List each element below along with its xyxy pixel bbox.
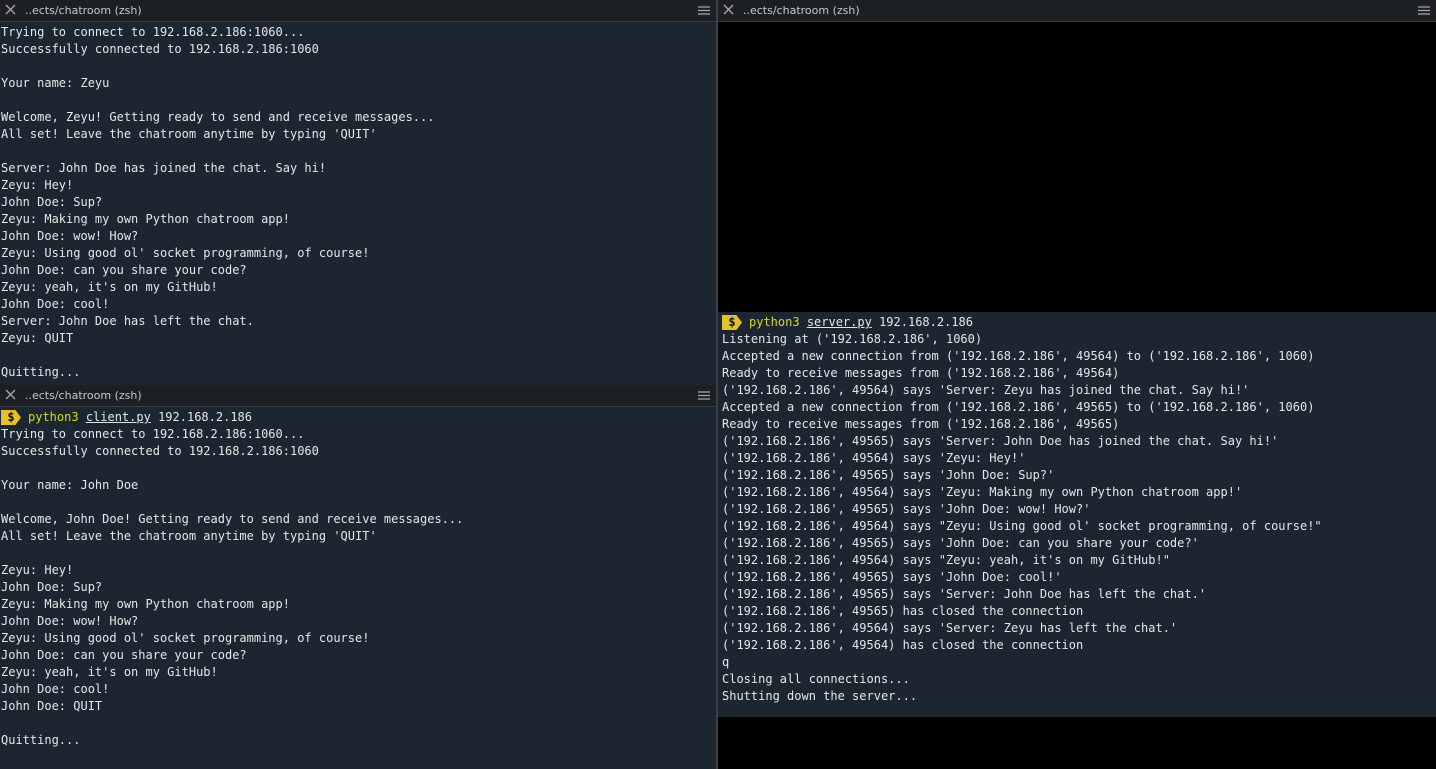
output-line: Welcome, John Doe! Getting ready to send… xyxy=(1,512,464,526)
output-line: John Doe: wow! How? xyxy=(1,229,139,243)
output-line: John Doe: Sup? xyxy=(1,195,103,209)
output-line: ('192.168.2.186', 49565) has closed the … xyxy=(722,604,1084,618)
output-line: John Doe: can you share your code? xyxy=(1,648,247,662)
output-line: Quitting... xyxy=(1,733,81,747)
output-line: Zeyu: Using good ol' socket programming,… xyxy=(1,246,370,260)
pane-header: ..ects/chatroom (zsh) xyxy=(0,0,716,22)
output-line: Accepted a new connection from ('192.168… xyxy=(722,400,1315,414)
output-line: John Doe: cool! xyxy=(1,297,110,311)
prompt-command: python3 xyxy=(28,410,79,424)
output-line: Ready to receive messages from ('192.168… xyxy=(722,366,1120,380)
pane-title: ..ects/chatroom (zsh) xyxy=(743,4,860,17)
output-line: Ready to receive messages from ('192.168… xyxy=(722,417,1120,431)
terminal-pane-client-zeyu[interactable]: ..ects/chatroom (zsh) Trying to connect … xyxy=(0,0,716,385)
pane-title: ..ects/chatroom (zsh) xyxy=(25,4,142,17)
pane-title: ..ects/chatroom (zsh) xyxy=(25,389,142,402)
shell-prompt: $ python3 client.py 192.168.2.186 xyxy=(1,409,716,426)
output-line: Shutting down the server... xyxy=(722,689,918,703)
output-line: ('192.168.2.186', 49565) says 'John Doe:… xyxy=(722,570,1062,584)
output-line: Zeyu: Using good ol' socket programming,… xyxy=(1,631,370,645)
dollar-prompt-icon: $ xyxy=(722,315,742,330)
pane-header: ..ects/chatroom (zsh) xyxy=(0,385,716,407)
close-icon[interactable] xyxy=(5,389,16,400)
output-line: Zeyu: Making my own Python chatroom app! xyxy=(1,597,290,611)
output-line: q xyxy=(722,655,730,669)
close-icon[interactable] xyxy=(723,4,734,15)
terminal-pane-server[interactable]: ..ects/chatroom (zsh) $ python3 server.p… xyxy=(718,0,1436,769)
prompt-command: python3 xyxy=(749,315,800,329)
output-line: John Doe: Sup? xyxy=(1,580,103,594)
output-line: John Doe: can you share your code? xyxy=(1,263,247,277)
dollar-prompt-icon: $ xyxy=(1,410,21,425)
output-line: ('192.168.2.186', 49565) says 'John Doe:… xyxy=(722,536,1199,550)
output-line: John Doe: cool! xyxy=(1,682,110,696)
output-line: Trying to connect to 192.168.2.186:1060.… xyxy=(1,427,305,441)
output-line: ('192.168.2.186', 49564) says 'Zeyu: Hey… xyxy=(722,451,1026,465)
close-icon[interactable] xyxy=(5,4,16,15)
output-line: All set! Leave the chatroom anytime by t… xyxy=(1,529,377,543)
output-line: Quitting... xyxy=(1,365,81,379)
hamburger-menu-icon[interactable] xyxy=(1418,6,1430,15)
output-line: Trying to connect to 192.168.2.186:1060.… xyxy=(1,25,305,39)
output-line: Zeyu: yeah, it's on my GitHub! xyxy=(1,665,218,679)
hamburger-menu-icon[interactable] xyxy=(698,6,710,15)
terminal-output: $ python3 server.py 192.168.2.186 Listen… xyxy=(721,314,1436,705)
output-line: Closing all connections... xyxy=(722,672,910,686)
output-line: Zeyu: yeah, it's on my GitHub! xyxy=(1,280,218,294)
output-line: Your name: John Doe xyxy=(1,478,139,492)
output-line: Listening at ('192.168.2.186', 1060) xyxy=(722,332,983,346)
output-line: Server: John Doe has joined the chat. Sa… xyxy=(1,161,327,175)
output-line: Server: John Doe has left the chat. xyxy=(1,314,254,328)
prompt-args: 192.168.2.186 xyxy=(158,410,252,424)
shell-prompt: $ python3 server.py 192.168.2.186 xyxy=(722,314,1436,331)
output-line: ('192.168.2.186', 49564) says "Zeyu: Usi… xyxy=(722,519,1322,533)
output-line: Accepted a new connection from ('192.168… xyxy=(722,349,1315,363)
output-line: Zeyu: Hey! xyxy=(1,563,74,577)
output-line: ('192.168.2.186', 49564) says 'Server: Z… xyxy=(722,621,1178,635)
output-line: ('192.168.2.186', 49564) has closed the … xyxy=(722,638,1084,652)
output-line: ('192.168.2.186', 49564) says "Zeyu: yea… xyxy=(722,553,1170,567)
terminal-output: $ python3 client.py 192.168.2.186 Trying… xyxy=(0,409,716,749)
output-line: Zeyu: Making my own Python chatroom app! xyxy=(1,212,290,226)
prompt-args: 192.168.2.186 xyxy=(879,315,973,329)
output-line: John Doe: wow! How? xyxy=(1,614,139,628)
pane-header: ..ects/chatroom (zsh) xyxy=(718,0,1436,22)
output-line: ('192.168.2.186', 49565) says 'John Doe:… xyxy=(722,502,1091,516)
output-line: Zeyu: Hey! xyxy=(1,178,74,192)
output-line: ('192.168.2.186', 49565) says 'John Doe:… xyxy=(722,468,1055,482)
terminal-pane-client-john[interactable]: ..ects/chatroom (zsh) $ python3 client.p… xyxy=(0,385,716,769)
output-line: ('192.168.2.186', 49564) says 'Server: Z… xyxy=(722,383,1250,397)
hamburger-menu-icon[interactable] xyxy=(698,391,710,400)
terminal-output: Trying to connect to 192.168.2.186:1060.… xyxy=(0,24,716,381)
output-line: ('192.168.2.186', 49565) says 'Server: J… xyxy=(722,587,1207,601)
output-line: John Doe: QUIT xyxy=(1,699,103,713)
output-line: ('192.168.2.186', 49564) says 'Zeyu: Mak… xyxy=(722,485,1243,499)
output-line: Successfully connected to 192.168.2.186:… xyxy=(1,42,319,56)
prompt-script-link[interactable]: server.py xyxy=(807,314,872,331)
prompt-script-link[interactable]: client.py xyxy=(86,409,151,426)
output-line: ('192.168.2.186', 49565) says 'Server: J… xyxy=(722,434,1279,448)
output-line: Welcome, Zeyu! Getting ready to send and… xyxy=(1,110,435,124)
server-output-block: $ python3 server.py 192.168.2.186 Listen… xyxy=(718,312,1436,717)
output-line: Your name: Zeyu xyxy=(1,76,110,90)
output-line: Successfully connected to 192.168.2.186:… xyxy=(1,444,319,458)
output-line: Zeyu: QUIT xyxy=(1,331,74,345)
output-line: All set! Leave the chatroom anytime by t… xyxy=(1,127,377,141)
